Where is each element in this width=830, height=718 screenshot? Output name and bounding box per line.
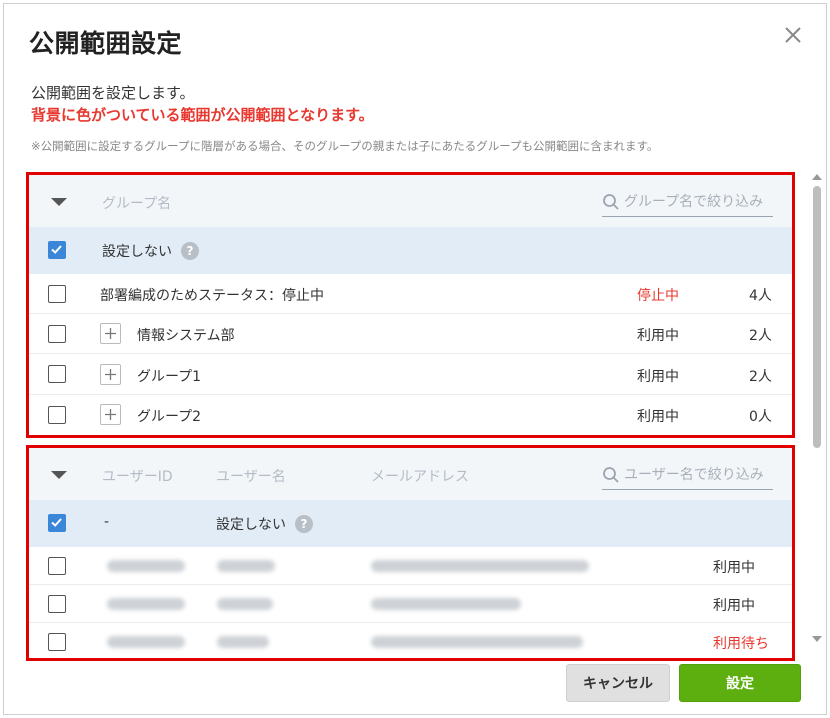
user-id-column-header: ユーザーID: [102, 469, 173, 485]
close-button[interactable]: [780, 22, 806, 48]
expand-button[interactable]: [100, 364, 121, 385]
group-name: 部署編成のためステータス：停止中: [100, 288, 324, 304]
user-checkbox[interactable]: [48, 595, 66, 613]
close-icon[interactable]: [780, 22, 806, 48]
redacted-email: [371, 598, 521, 610]
group-status: 利用中: [637, 328, 679, 344]
expand-button[interactable]: [100, 404, 121, 425]
plus-icon: [105, 409, 116, 420]
user-row[interactable]: 利用中: [29, 585, 792, 623]
group-row[interactable]: グループ2 利用中 0人: [29, 395, 792, 435]
user-checkbox[interactable]: [48, 557, 66, 575]
visibility-settings-dialog: 公開範囲設定 公開範囲を設定します。 背景に色がついている範囲が公開範囲となりま…: [3, 3, 827, 715]
redacted-email: [371, 560, 589, 572]
user-row[interactable]: 利用中: [29, 547, 792, 585]
search-icon: [603, 467, 619, 483]
email-column-header: メールアドレス: [371, 469, 469, 485]
user-row-no-setting[interactable]: - 設定しない ?: [29, 500, 792, 547]
cancel-button[interactable]: キャンセル: [566, 664, 670, 702]
group-search[interactable]: [602, 189, 773, 217]
group-row[interactable]: グループ1 利用中 2人: [29, 354, 792, 395]
group-list-header: グループ名: [29, 175, 792, 227]
check-icon: [51, 518, 62, 527]
user-no-setting-checkbox[interactable]: [48, 514, 66, 532]
group-no-setting-checkbox[interactable]: [48, 241, 66, 259]
confirm-button[interactable]: 設定: [679, 664, 801, 702]
help-icon[interactable]: ?: [181, 242, 199, 260]
user-search[interactable]: [602, 462, 773, 490]
redacted-user-name: [217, 560, 275, 572]
group-status: 停止中: [637, 288, 679, 304]
plus-icon: [105, 328, 116, 339]
user-name-column-header: ユーザー名: [216, 469, 286, 485]
dialog-emphasis: 背景に色がついている範囲が公開範囲となります。: [31, 106, 374, 124]
user-no-setting-id: -: [104, 514, 110, 530]
user-list-section: ユーザーID ユーザー名 メールアドレス - 設定しない ?: [26, 445, 795, 661]
group-row-no-setting[interactable]: 設定しない ?: [29, 227, 792, 274]
redacted-user-name: [217, 598, 273, 610]
user-status: 利用中: [713, 560, 755, 576]
group-name: グループ2: [137, 409, 202, 425]
group-member-count: 2人: [749, 328, 772, 344]
user-list-header: ユーザーID ユーザー名 メールアドレス: [29, 448, 792, 500]
collapse-toggle-icon[interactable]: [51, 471, 67, 479]
group-name-column-header: グループ名: [102, 196, 172, 212]
dialog-description: 公開範囲を設定します。: [31, 84, 195, 102]
group-checkbox[interactable]: [48, 365, 66, 383]
user-search-input[interactable]: [624, 464, 773, 486]
group-checkbox[interactable]: [48, 406, 66, 424]
group-member-count: 4人: [749, 288, 772, 304]
group-list-section: グループ名 設定しない ? 部署編成のためステータス：停止中 停止中 4人: [26, 172, 795, 438]
user-row[interactable]: 利用待ち: [29, 623, 792, 658]
user-status: 利用待ち: [713, 636, 769, 652]
redacted-user-id: [107, 560, 185, 572]
group-name: グループ1: [137, 369, 202, 385]
user-status: 利用中: [713, 598, 755, 614]
redacted-user-name: [217, 636, 269, 648]
dialog-title: 公開範囲設定: [29, 29, 183, 58]
scroll-down-icon[interactable]: [812, 636, 822, 642]
collapse-toggle-icon[interactable]: [51, 198, 67, 206]
group-row[interactable]: 部署編成のためステータス：停止中 停止中 4人: [29, 274, 792, 314]
group-checkbox[interactable]: [48, 285, 66, 303]
dialog-note: ※公開範囲に設定するグループに階層がある場合、そのグループの親または子にあたるグ…: [31, 139, 659, 153]
help-icon[interactable]: ?: [295, 515, 313, 533]
user-checkbox[interactable]: [48, 633, 66, 651]
group-status: 利用中: [637, 409, 679, 425]
group-name: 情報システム部: [137, 328, 235, 344]
group-member-count: 0人: [749, 409, 772, 425]
group-row[interactable]: 情報システム部 利用中 2人: [29, 314, 792, 354]
plus-icon: [105, 369, 116, 380]
group-search-input[interactable]: [624, 191, 773, 213]
redacted-email: [371, 636, 583, 648]
user-no-setting-label: 設定しない: [216, 517, 286, 533]
check-icon: [51, 245, 62, 254]
redacted-user-id: [107, 636, 185, 648]
redacted-user-id: [107, 598, 185, 610]
scroll-up-icon[interactable]: [812, 174, 822, 180]
dialog-scrollbar[interactable]: [810, 174, 824, 644]
group-checkbox[interactable]: [48, 325, 66, 343]
group-member-count: 2人: [749, 369, 772, 385]
group-no-setting-label: 設定しない: [102, 244, 172, 260]
group-status: 利用中: [637, 369, 679, 385]
expand-button[interactable]: [100, 323, 121, 344]
scroll-thumb[interactable]: [813, 186, 821, 448]
search-icon: [603, 194, 619, 210]
